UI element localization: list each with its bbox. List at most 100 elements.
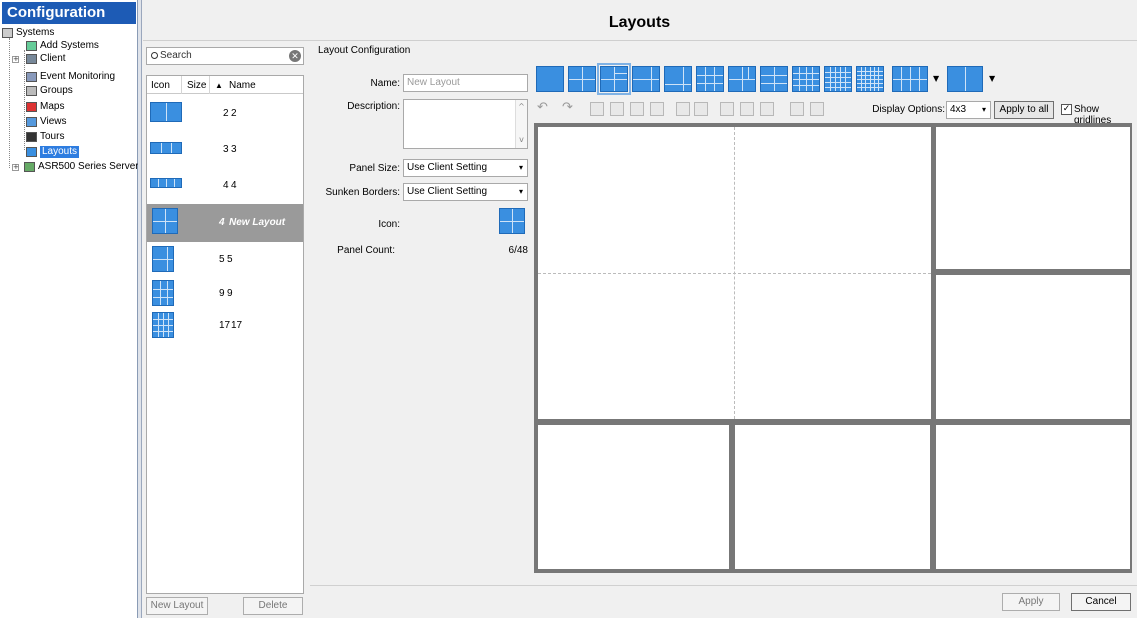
split-left-icon[interactable] bbox=[590, 102, 604, 116]
display-options-label: Display Options: bbox=[872, 104, 945, 115]
list-item-selected[interactable]: 4 New Layout bbox=[147, 204, 303, 242]
preset-custom-button[interactable] bbox=[947, 66, 983, 92]
tree-node-views[interactable]: Views bbox=[26, 116, 67, 128]
add-systems-icon bbox=[26, 41, 37, 51]
split-top-icon[interactable] bbox=[630, 102, 644, 116]
display-options-select[interactable]: 4x3 ▾ bbox=[946, 101, 991, 119]
list-item[interactable]: 9 9 bbox=[147, 276, 303, 312]
delete-button[interactable]: Delete bbox=[243, 597, 303, 615]
list-item[interactable]: 5 5 bbox=[147, 242, 303, 278]
chevron-down-icon[interactable]: ▼ bbox=[989, 74, 995, 83]
layout-list[interactable]: Icon Size ▲ Name 2 2 3 3 4 4 4 New Layou… bbox=[146, 75, 304, 594]
page-title: Layouts bbox=[608, 14, 671, 31]
apply-button[interactable]: Apply bbox=[1002, 593, 1060, 611]
list-item[interactable]: 4 4 bbox=[147, 168, 303, 204]
list-item[interactable]: 3 3 bbox=[147, 132, 303, 168]
layout-new-icon bbox=[152, 208, 178, 234]
layout-canvas[interactable] bbox=[534, 123, 1132, 573]
expand-horizontal-icon[interactable] bbox=[720, 102, 734, 116]
description-field[interactable]: ^ v bbox=[403, 99, 528, 149]
config-tree: Configuration Systems Add Systems + Clie… bbox=[0, 0, 139, 618]
split-bottom-icon[interactable] bbox=[650, 102, 664, 116]
cancel-button[interactable]: Cancel bbox=[1071, 593, 1131, 611]
preset-selected-button[interactable] bbox=[597, 63, 631, 95]
preset-6-button[interactable] bbox=[664, 66, 692, 92]
layout-panel[interactable] bbox=[735, 425, 930, 569]
tours-icon bbox=[26, 132, 37, 142]
apply-to-all-button[interactable]: Apply to all bbox=[994, 101, 1054, 119]
tree-node-systems[interactable]: Systems bbox=[2, 27, 54, 39]
layout-panel-large[interactable] bbox=[538, 127, 931, 419]
tree-node-asr500-series-server[interactable]: ASR500 Series Server bbox=[24, 161, 139, 173]
search-placeholder: Search bbox=[160, 50, 192, 61]
event-monitoring-icon bbox=[26, 72, 37, 82]
layout-panel[interactable] bbox=[538, 425, 729, 569]
chevron-down-icon[interactable]: ▼ bbox=[933, 74, 939, 83]
preset-16-button[interactable] bbox=[792, 66, 820, 92]
merge-vertical-icon[interactable] bbox=[676, 102, 690, 116]
preset-10-button[interactable] bbox=[728, 66, 756, 92]
layout-panel[interactable] bbox=[936, 127, 1130, 269]
tree-node-tours[interactable]: Tours bbox=[26, 131, 64, 143]
section-title: Layout Configuration bbox=[318, 45, 411, 56]
grid-icon[interactable] bbox=[810, 102, 824, 116]
tree-node-add-systems[interactable]: Add Systems bbox=[26, 40, 99, 52]
tree-node-layouts[interactable]: Layouts bbox=[26, 146, 80, 158]
icon-label: Icon: bbox=[378, 219, 400, 230]
undo-icon[interactable]: ↶ bbox=[537, 100, 548, 115]
column-size[interactable]: Size bbox=[187, 80, 206, 91]
preset-36-button[interactable] bbox=[856, 66, 884, 92]
layout-icon-preview[interactable] bbox=[499, 208, 525, 234]
description-scrollbar[interactable]: ^ v bbox=[515, 100, 527, 148]
layout-3-icon bbox=[150, 142, 182, 154]
client-expander[interactable]: + bbox=[12, 56, 19, 63]
preset-13-button[interactable] bbox=[760, 66, 788, 92]
preset-5-button[interactable] bbox=[632, 66, 660, 92]
tree-header: Configuration bbox=[2, 2, 136, 24]
preset-wide-button[interactable] bbox=[892, 66, 928, 92]
layout-9-icon bbox=[152, 280, 174, 306]
description-label: Description: bbox=[347, 101, 400, 112]
layouts-window: Configuration Systems Add Systems + Clie… bbox=[0, 0, 1137, 618]
new-layout-button[interactable]: New Layout bbox=[146, 597, 208, 615]
views-icon bbox=[26, 117, 37, 127]
layout-17-icon bbox=[152, 312, 174, 338]
panel-size-select[interactable]: Use Client Setting ▾ bbox=[403, 159, 528, 177]
distribute-icon[interactable] bbox=[790, 102, 804, 116]
chevron-down-icon: ▾ bbox=[518, 187, 523, 196]
list-item[interactable]: 2 2 bbox=[147, 96, 303, 132]
splitter[interactable] bbox=[138, 0, 142, 618]
column-icon[interactable]: Icon bbox=[151, 80, 170, 91]
tree-node-groups[interactable]: Groups bbox=[26, 85, 73, 97]
tree-node-maps[interactable]: Maps bbox=[26, 101, 64, 113]
split-right-icon[interactable] bbox=[610, 102, 624, 116]
show-gridlines-checkbox[interactable]: ✓ bbox=[1061, 104, 1072, 115]
client-icon bbox=[26, 54, 37, 64]
layout-panel[interactable] bbox=[936, 275, 1130, 419]
search-input[interactable]: Search ✕ bbox=[146, 47, 304, 65]
display-options-value: 4x3 bbox=[950, 104, 967, 115]
column-name[interactable]: Name bbox=[229, 80, 256, 91]
title-divider bbox=[143, 40, 1137, 41]
systems-icon bbox=[2, 28, 13, 38]
merge-horizontal-icon[interactable] bbox=[694, 102, 708, 116]
tree-node-client[interactable]: Client bbox=[26, 53, 66, 65]
preset-2x2-button[interactable] bbox=[568, 66, 596, 92]
expand-all-icon[interactable] bbox=[760, 102, 774, 116]
name-field[interactable]: New Layout bbox=[403, 74, 528, 92]
layout-5-icon bbox=[152, 246, 174, 272]
expand-vertical-icon[interactable] bbox=[740, 102, 754, 116]
preset-9-button[interactable] bbox=[696, 66, 724, 92]
maps-icon bbox=[26, 102, 37, 112]
clear-search-icon[interactable]: ✕ bbox=[289, 50, 301, 62]
preset-25-button[interactable] bbox=[824, 66, 852, 92]
asr500-expander[interactable]: + bbox=[12, 164, 19, 171]
sunken-borders-select[interactable]: Use Client Setting ▾ bbox=[403, 183, 528, 201]
redo-icon[interactable]: ↷ bbox=[562, 100, 573, 115]
layout-4-icon bbox=[150, 178, 182, 188]
sort-asc-icon: ▲ bbox=[215, 81, 223, 90]
preset-1x1-button[interactable] bbox=[536, 66, 564, 92]
tree-node-event-monitoring[interactable]: Event Monitoring bbox=[26, 71, 115, 83]
layout-panel[interactable] bbox=[936, 425, 1130, 569]
list-item[interactable]: 17 17 bbox=[147, 308, 303, 344]
